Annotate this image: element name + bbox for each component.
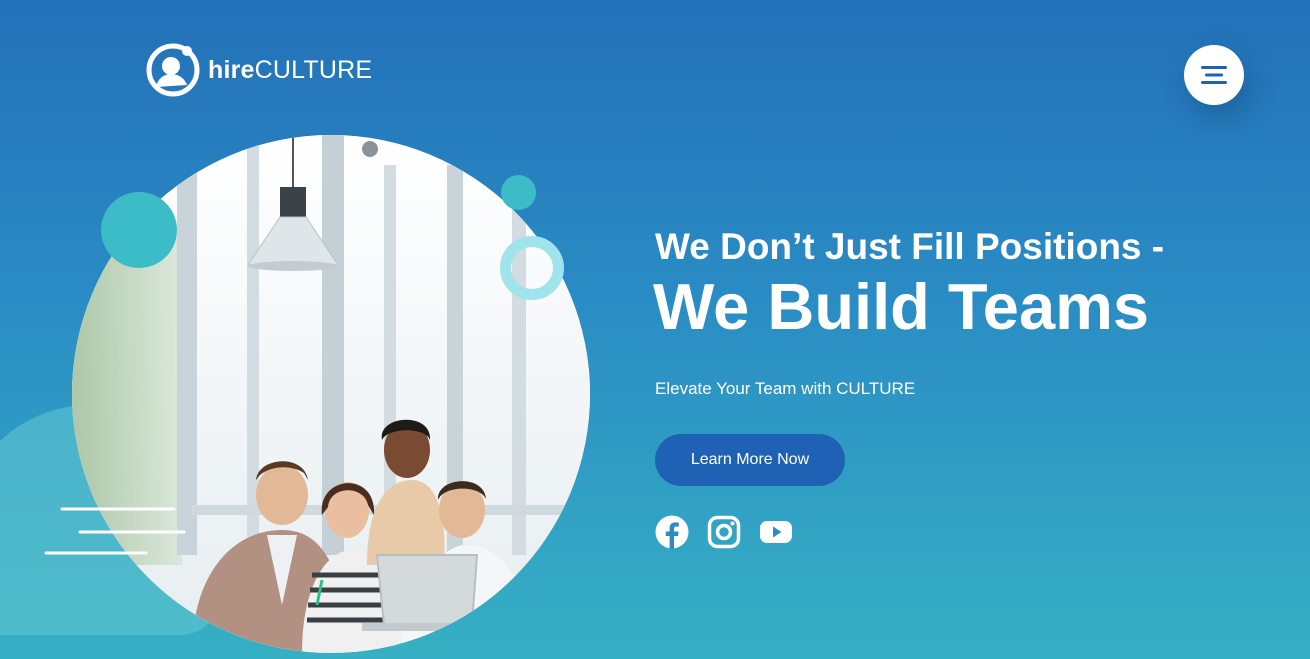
brand-logo[interactable]: hireCULTURE — [144, 42, 372, 98]
brand-name: hireCULTURE — [208, 55, 373, 84]
hero-headline-line2: We Build Teams — [653, 270, 1150, 343]
person-circle-logo-icon — [146, 43, 200, 97]
decorative-ring — [500, 236, 564, 300]
instagram-icon[interactable] — [707, 515, 741, 549]
brand-name-bold: hire — [208, 55, 255, 84]
facebook-icon[interactable] — [655, 515, 689, 549]
learn-more-button[interactable]: Learn More Now — [655, 434, 845, 486]
brand-name-light: CULTURE — [254, 55, 373, 84]
youtube-icon[interactable] — [759, 515, 793, 549]
decorative-circle-small — [501, 175, 536, 210]
decorative-speed-lines — [44, 507, 186, 555]
hero-headline-line1: We Don’t Just Fill Positions - — [655, 226, 1165, 267]
hero-section: hireCULTURE We Don’t Just Fill Positions… — [0, 0, 1310, 659]
menu-button[interactable] — [1184, 45, 1244, 105]
decorative-circle-large — [101, 192, 177, 268]
hero-subtext: Elevate Your Team with CULTURE — [655, 379, 916, 398]
hamburger-menu-icon — [1201, 66, 1227, 84]
social-links — [655, 515, 793, 549]
